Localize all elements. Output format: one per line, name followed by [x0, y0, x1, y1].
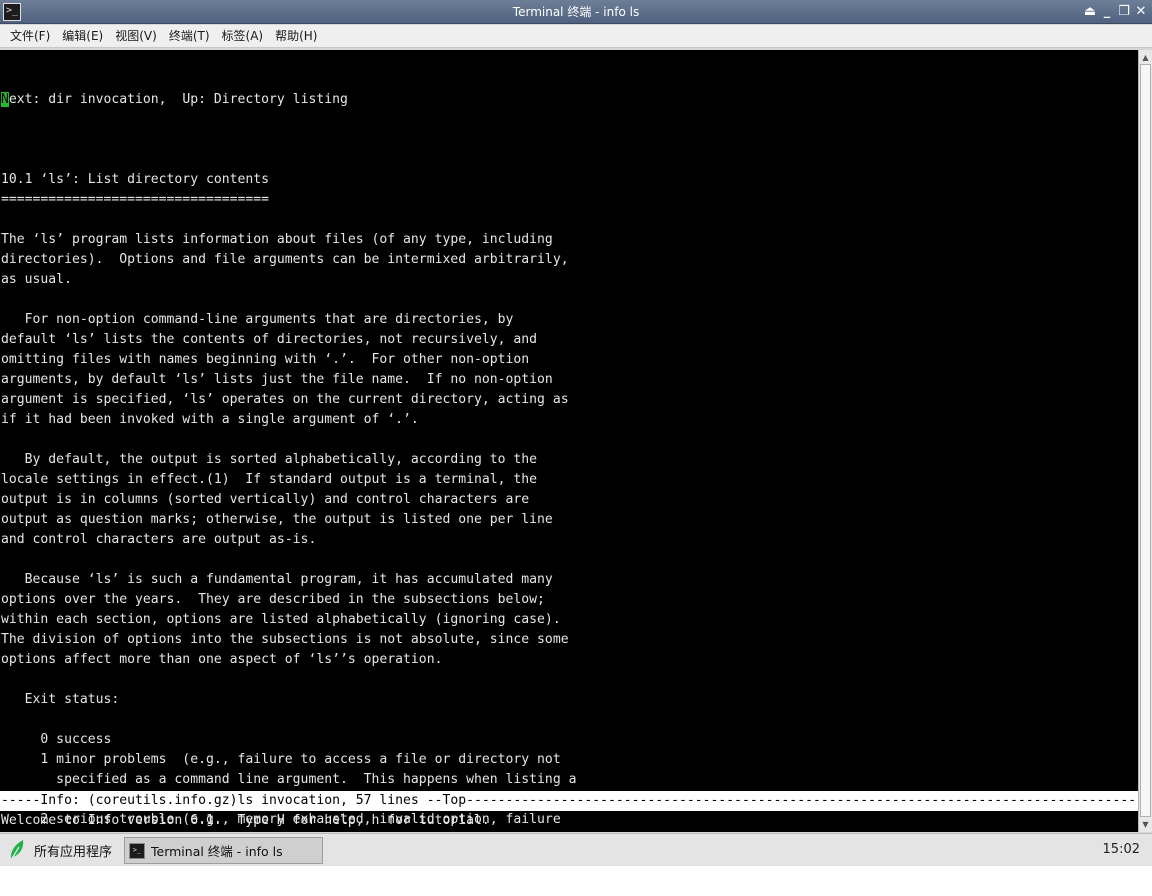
screen-bottom-strip [0, 866, 1152, 896]
all-applications-button[interactable]: 所有应用程序 [4, 837, 118, 863]
terminal-line: 0 success [1, 732, 112, 747]
terminal-line: if it had been invoked with a single arg… [1, 412, 419, 427]
terminal-line: within each section, options are listed … [1, 612, 561, 627]
terminal-line: 1 minor problems (e.g., failure to acces… [1, 752, 561, 767]
shade-window-icon[interactable]: ⏏ [1083, 3, 1097, 21]
clock[interactable]: 15:02 [1103, 842, 1140, 857]
terminal-line: argument is specified, ‘ls’ operates on … [1, 392, 569, 407]
scroll-down-arrow-icon[interactable]: ▼ [1139, 818, 1152, 831]
terminal-text: Next: dir invocation, Up: Directory list… [1, 50, 576, 832]
terminal-line: output as question marks; otherwise, the… [1, 512, 553, 527]
terminal-line: specified as a command line argument. Th… [1, 772, 577, 787]
terminal-scrollbar[interactable]: ▲ ▼ [1138, 50, 1152, 832]
text-cursor: N [1, 92, 9, 107]
info-modeline: -----Info: (coreutils.info.gz)ls invocat… [0, 791, 1138, 811]
taskbar: 所有应用程序 >_ Terminal 终端 - info ls 15:02 [0, 833, 1152, 866]
scroll-up-arrow-icon[interactable]: ▲ [1139, 51, 1152, 64]
window-titlebar[interactable]: >_ Terminal 终端 - info ls ⏏ _ ❐ ✕ [0, 0, 1152, 24]
terminal-line: Exit status: [1, 692, 120, 707]
terminal-line: locale settings in effect.(1) If standar… [1, 472, 538, 487]
menu-tabs[interactable]: 标签(A) [216, 25, 270, 48]
window-controls: ⏏ _ ❐ ✕ [1083, 3, 1148, 21]
terminal-line: as usual. [1, 272, 72, 287]
terminal-line: options affect more than one aspect of ‘… [1, 652, 443, 667]
echo-area: Welcome to Info version 6.1. Type H for … [1, 813, 490, 828]
terminal-screen[interactable]: Next: dir invocation, Up: Directory list… [0, 50, 1138, 832]
terminal-line: omitting files with names beginning with… [1, 352, 530, 367]
window-title: Terminal 终端 - info ls [512, 5, 640, 19]
scrollbar-thumb[interactable] [1140, 64, 1151, 817]
terminal-line: For non-option command-line arguments th… [1, 312, 514, 327]
terminal-line: The ‘ls’ program lists information about… [1, 232, 553, 247]
terminal-line: options over the years. They are describ… [1, 592, 545, 607]
maximize-window-icon[interactable]: ❐ [1117, 3, 1131, 21]
terminal-line: The division of options into the subsect… [1, 632, 569, 647]
terminal-line: and control characters are output as-is. [1, 532, 317, 547]
menu-edit[interactable]: 编辑(E) [56, 25, 109, 48]
menu-view[interactable]: 视图(V) [109, 25, 163, 48]
terminal-line: arguments, by default ‘ls’ lists just th… [1, 372, 553, 387]
terminal-line: output is in columns (sorted vertically)… [1, 492, 530, 507]
close-window-icon[interactable]: ✕ [1134, 3, 1148, 21]
terminal-task-icon: >_ [129, 842, 145, 859]
terminal-line: default ‘ls’ lists the contents of direc… [1, 332, 538, 347]
leaf-logo-icon [10, 840, 24, 861]
terminal-line: directories). Options and file arguments… [1, 252, 569, 267]
terminal-line: By default, the output is sorted alphabe… [1, 452, 538, 467]
taskbar-terminal-label: Terminal 终端 - info ls [151, 844, 283, 859]
menu-terminal[interactable]: 终端(T) [163, 25, 216, 48]
node-navigation-text: ext: dir invocation, Up: Directory listi… [8, 92, 348, 107]
menu-file[interactable]: 文件(F) [4, 25, 56, 48]
terminal-line: 10.1 ‘ls’: List directory contents [1, 172, 270, 187]
taskbar-terminal-button[interactable]: >_ Terminal 终端 - info ls [124, 837, 323, 864]
terminal-line: Because ‘ls’ is such a fundamental progr… [1, 572, 553, 587]
all-applications-label: 所有应用程序 [34, 844, 113, 860]
terminal-line: ================================== [1, 192, 270, 207]
minimize-window-icon[interactable]: _ [1100, 3, 1114, 21]
menu-bar: 文件(F) 编辑(E) 视图(V) 终端(T) 标签(A) 帮助(H) [0, 25, 1152, 48]
menu-help[interactable]: 帮助(H) [269, 25, 323, 48]
info-node-header: Next: dir invocation, Up: Directory list… [1, 90, 576, 110]
